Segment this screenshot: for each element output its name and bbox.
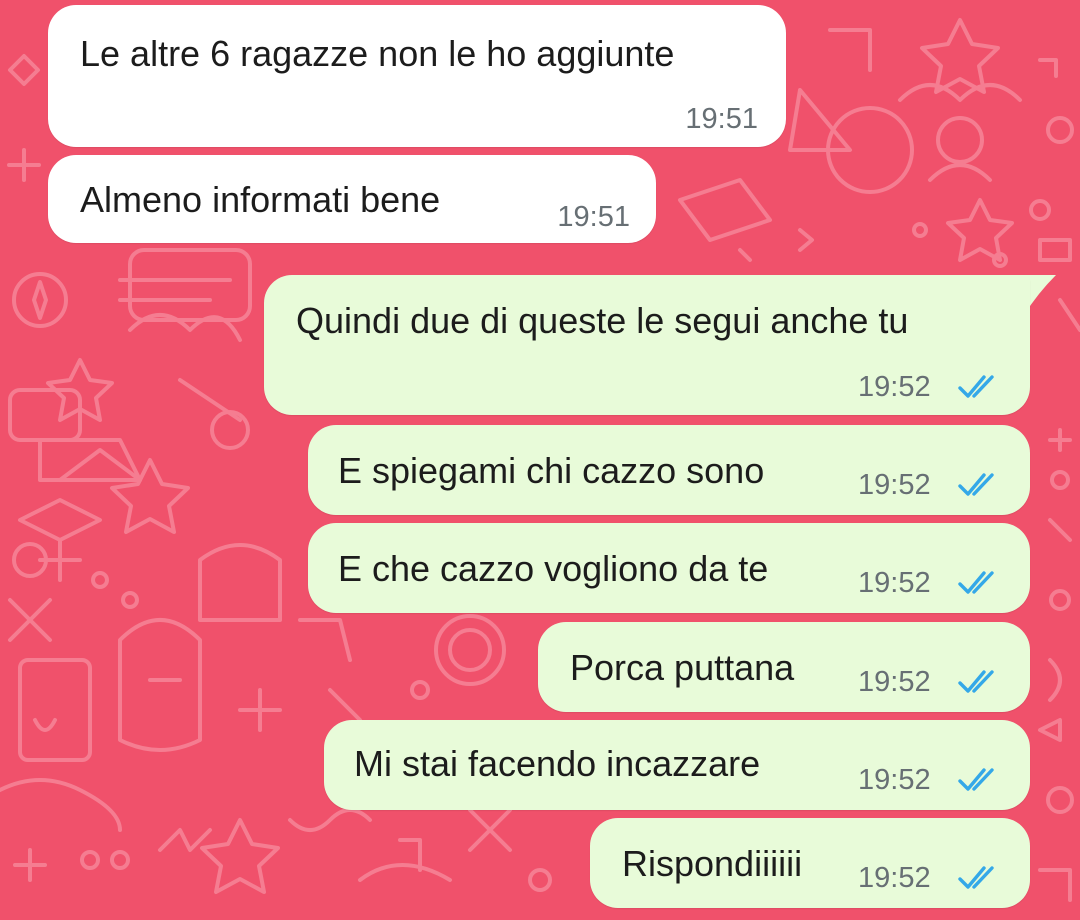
message-timestamp: 19:52 <box>858 862 931 894</box>
message-text: Almeno informati bene <box>80 179 441 220</box>
message-text: Quindi due di queste le segui anche tu <box>296 300 909 341</box>
message-bubble-outgoing[interactable]: E spiegami chi cazzo sono 19:52 <box>308 425 1030 515</box>
message-text: Le altre 6 ragazze non le ho aggiunte <box>80 33 675 74</box>
double-check-icon <box>958 768 994 791</box>
message-timestamp: 19:52 <box>858 567 931 599</box>
double-check-icon <box>958 571 994 594</box>
message-text: Mi stai facendo incazzare <box>354 743 761 784</box>
message-bubble-outgoing[interactable]: Quindi due di queste le segui anche tu 1… <box>264 275 1030 415</box>
message-timestamp: 19:52 <box>858 371 931 403</box>
double-check-icon <box>958 473 994 496</box>
message-timestamp: 19:52 <box>858 666 931 698</box>
message-bubble-incoming[interactable]: Almeno informati bene 19:51 <box>48 155 656 243</box>
message-timestamp: 19:52 <box>858 469 931 501</box>
double-check-icon <box>958 375 994 398</box>
message-text: E spiegami chi cazzo sono <box>338 450 765 491</box>
message-bubble-outgoing[interactable]: E che cazzo vogliono da te 19:52 <box>308 523 1030 613</box>
message-timestamp: 19:52 <box>858 764 931 796</box>
message-bubble-outgoing[interactable]: Rispondiiiiii 19:52 <box>590 818 1030 908</box>
message-bubble-outgoing[interactable]: Mi stai facendo incazzare 19:52 <box>324 720 1030 810</box>
message-timestamp: 19:51 <box>685 103 758 135</box>
message-bubble-incoming[interactable]: Le altre 6 ragazze non le ho aggiunte 19… <box>48 5 786 147</box>
double-check-icon <box>958 670 994 693</box>
message-timestamp: 19:51 <box>557 201 630 233</box>
message-text: E che cazzo vogliono da te <box>338 548 769 589</box>
message-bubble-outgoing[interactable]: Porca puttana 19:52 <box>538 622 1030 712</box>
message-text: Rispondiiiiii <box>622 843 803 884</box>
double-check-icon <box>958 866 994 889</box>
message-text: Porca puttana <box>570 647 795 688</box>
